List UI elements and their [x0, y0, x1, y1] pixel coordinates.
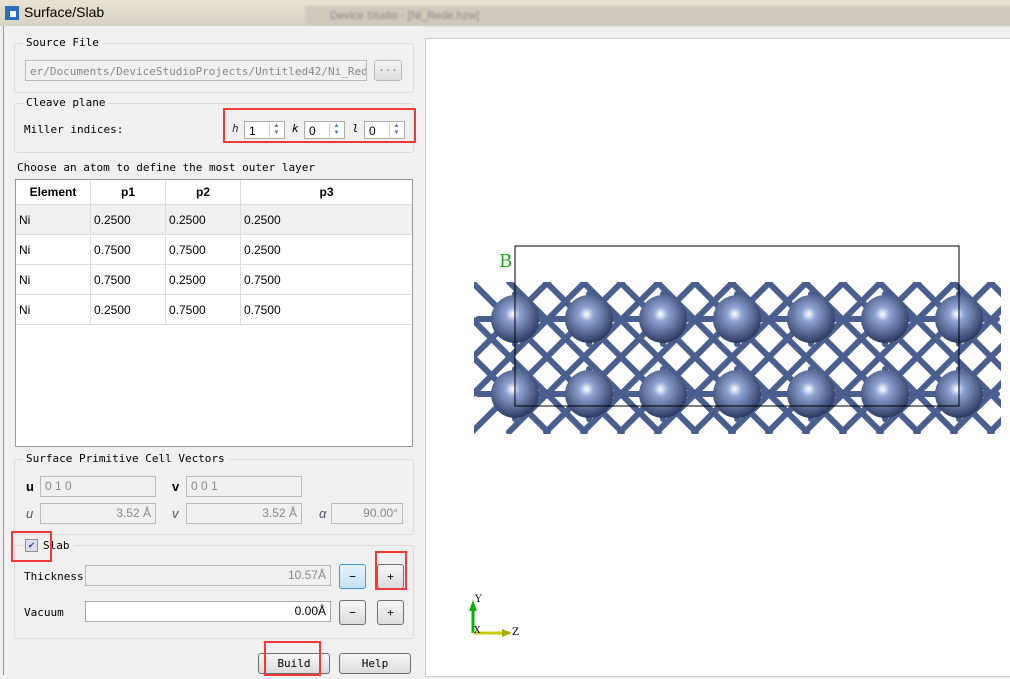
browse-button[interactable]: ...: [374, 60, 402, 81]
background-window: Device Studio - [Ni_Rede.hzw]: [305, 6, 1010, 26]
cleave-plane-label: Cleave plane: [23, 96, 109, 109]
y-axis-label: Y: [474, 594, 482, 605]
z-arrowhead-icon: [502, 629, 512, 637]
vacuum-field[interactable]: 0.00Å: [85, 601, 331, 622]
table-cell[interactable]: 0.2500: [240, 204, 412, 235]
help-button[interactable]: Help: [339, 653, 411, 674]
x-axis-label: X: [474, 626, 481, 636]
highlight-box: [375, 551, 407, 590]
table-cell[interactable]: 0.2500: [240, 234, 412, 265]
window-title: Surface/Slab: [24, 4, 105, 20]
vacuum-decrease-button[interactable]: −: [339, 600, 366, 625]
app-icon: [5, 6, 19, 20]
u-length-label: u: [26, 506, 34, 521]
ni-atom[interactable]: [565, 370, 613, 418]
highlight-box: [223, 108, 416, 143]
table-row[interactable]: Ni 0.7500 0.7500 0.2500: [16, 234, 412, 265]
v-length-label: v: [172, 506, 179, 521]
ni-atom[interactable]: [639, 370, 687, 418]
table-header: Element p1 p2 p3: [16, 180, 412, 205]
highlight-box: [11, 531, 52, 562]
title-bar: Surface/Slab Device Studio - [Ni_Rede.hz…: [0, 0, 1010, 26]
table-cell[interactable]: 0.7500: [90, 264, 166, 295]
table-cell[interactable]: 0.2500: [90, 204, 166, 235]
thickness-label: Thickness: [24, 570, 84, 583]
thickness-decrease-button[interactable]: −: [339, 564, 366, 589]
table-row[interactable]: Ni 0.7500 0.2500 0.7500: [16, 264, 412, 295]
vacuum-increase-button[interactable]: +: [377, 600, 404, 625]
alpha-label: α: [319, 506, 327, 521]
slab-group: ✔ Slab Thickness 10.57Å − + Vacuum 0.00Å…: [14, 539, 414, 639]
ni-atom[interactable]: [787, 295, 835, 343]
table-cell[interactable]: Ni: [16, 294, 91, 325]
miller-indices-label: Miller indices:: [24, 123, 124, 136]
cell-vectors-group: Surface Primitive Cell Vectors u 0 1 0 v…: [14, 452, 414, 535]
alpha-field[interactable]: 90.00°: [331, 503, 403, 524]
ni-atom[interactable]: [713, 295, 761, 343]
column-header[interactable]: p3: [240, 180, 412, 205]
table-cell[interactable]: Ni: [16, 204, 91, 235]
table-cell[interactable]: Ni: [16, 234, 91, 265]
axis-indicator: Y X Z: [469, 594, 519, 638]
table-cell[interactable]: 0.2500: [165, 264, 241, 295]
thickness-field[interactable]: 10.57Å: [85, 565, 331, 586]
ni-atom[interactable]: [639, 295, 687, 343]
table-cell[interactable]: 0.2500: [90, 294, 166, 325]
table-cell[interactable]: 0.2500: [165, 204, 241, 235]
z-axis-label: Z: [512, 627, 519, 638]
u-length-field[interactable]: 3.52 Å: [40, 503, 156, 524]
surface-slab-panel: Source File er/Documents/DeviceStudioPro…: [3, 26, 422, 676]
ni-atom[interactable]: [861, 370, 909, 418]
column-header[interactable]: Element: [16, 180, 91, 205]
table-cell[interactable]: 0.7500: [165, 234, 241, 265]
crystal-structure[interactable]: B Y X Z: [426, 39, 1010, 676]
table-cell[interactable]: 0.7500: [165, 294, 241, 325]
cell-vectors-label: Surface Primitive Cell Vectors: [23, 452, 228, 465]
source-file-label: Source File: [23, 36, 102, 49]
table-cell[interactable]: 0.7500: [240, 264, 412, 295]
ni-atom[interactable]: [861, 295, 909, 343]
structure-viewer[interactable]: B Y X Z: [425, 38, 1010, 677]
v-length-field[interactable]: 3.52 Å: [186, 503, 302, 524]
ni-atom[interactable]: [713, 370, 761, 418]
cell-axis-label: B: [499, 251, 512, 272]
atoms-label: Choose an atom to define the most outer …: [17, 161, 316, 174]
v-vector-field[interactable]: 0 0 1: [186, 476, 302, 497]
table-cell[interactable]: Ni: [16, 264, 91, 295]
u-label: u: [26, 479, 34, 494]
source-file-input[interactable]: er/Documents/DeviceStudioProjects/Untitl…: [25, 60, 367, 81]
table-row[interactable]: Ni 0.2500 0.2500 0.2500: [16, 204, 412, 235]
column-header[interactable]: p2: [165, 180, 241, 205]
vacuum-label: Vacuum: [24, 606, 64, 619]
atoms-table[interactable]: Element p1 p2 p3 Ni 0.2500 0.2500 0.2500 Ni 0…: [15, 179, 413, 447]
table-cell[interactable]: 0.7500: [240, 294, 412, 325]
table-row[interactable]: Ni 0.2500 0.7500 0.7500: [16, 294, 412, 325]
table-cell[interactable]: 0.7500: [90, 234, 166, 265]
ni-atom[interactable]: [565, 295, 613, 343]
u-vector-field[interactable]: 0 1 0: [40, 476, 156, 497]
highlight-box: [264, 641, 321, 676]
ni-atom[interactable]: [787, 370, 835, 418]
source-file-group: Source File er/Documents/DeviceStudioPro…: [14, 36, 414, 93]
column-header[interactable]: p1: [90, 180, 166, 205]
v-label: v: [172, 479, 180, 494]
